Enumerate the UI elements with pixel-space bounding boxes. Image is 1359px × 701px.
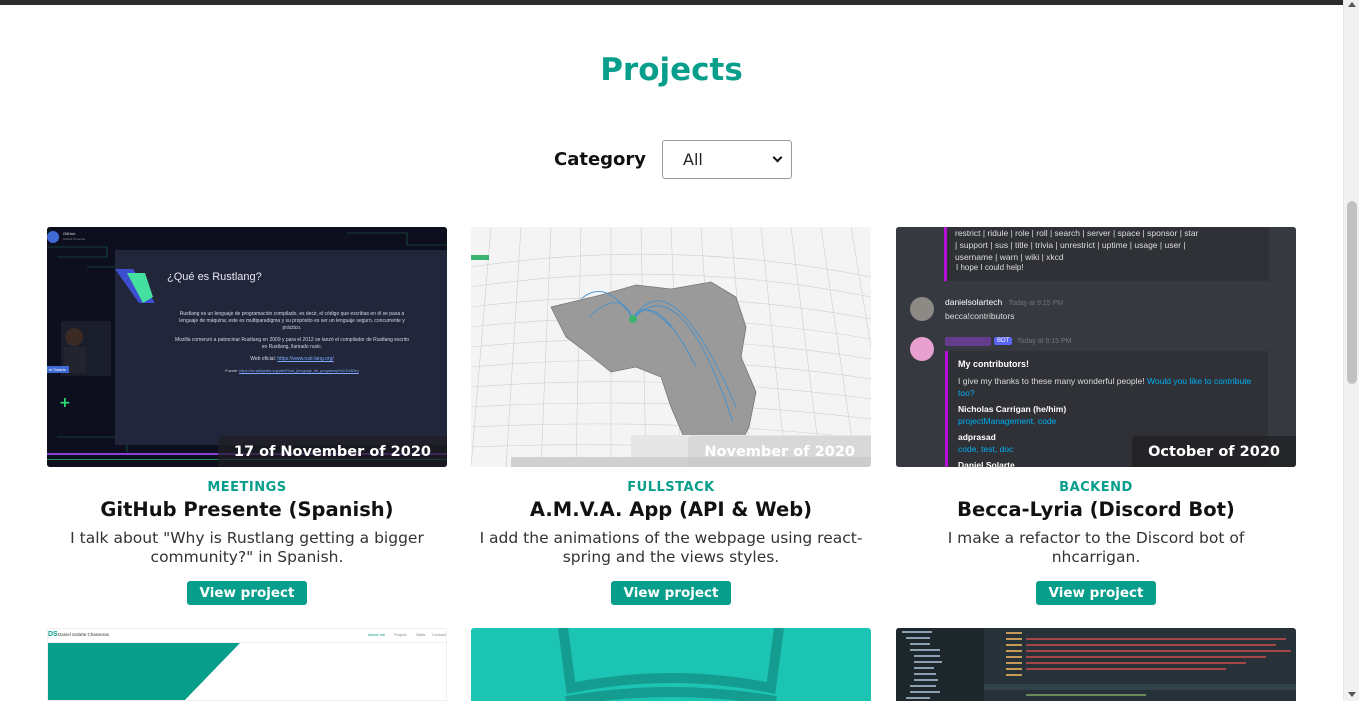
speaker-tag: el Solarte [49, 367, 67, 372]
scrollbar-thumb[interactable] [1347, 201, 1357, 384]
svg-text:+: + [59, 395, 71, 411]
view-project-button[interactable]: View project [1036, 581, 1156, 605]
scroll-up-arrow-icon[interactable] [1348, 2, 1356, 7]
bot-name-redacted [945, 337, 991, 346]
category-filter: Category All [554, 140, 793, 179]
bot-avatar [910, 337, 934, 361]
project-card-becca-lyria: restrict | ridule | role | roll | search… [896, 227, 1296, 605]
bot-time: Today at 9:15 PM [1017, 338, 1072, 345]
project-title: Becca-Lyria (Discord Bot) [957, 498, 1235, 521]
view-project-button[interactable]: View project [187, 581, 307, 605]
cat-ears-icon [558, 628, 784, 701]
page-title: Projects [600, 52, 743, 88]
project-thumbnail-icon[interactable] [471, 628, 871, 701]
avatar [910, 297, 934, 321]
slide-source-label: Fuente: [225, 369, 239, 373]
contributor-1-name: Nicholas Carrigan (he/him) [958, 404, 1067, 414]
project-description: I make a refactor to the Discord bot of … [947, 529, 1245, 566]
project-card-github-presente: GitHub GitHub Presente + el Solarte ¿Qué… [47, 227, 447, 605]
project-category: MEETINGS [207, 480, 287, 495]
chevron-down-icon [772, 152, 783, 163]
project-title: A.M.V.A. App (API & Web) [529, 498, 813, 521]
project-thumbnail-portfolio[interactable]: DS Daniel Solarte Chasseras About me Pro… [47, 628, 447, 701]
slide-para-2: Mozilla comenzó a patrocinar Rustlang en… [174, 337, 410, 350]
user1-name: danielsolartech [945, 297, 1003, 307]
presentation-screenshot: GitHub GitHub Presente + el Solarte ¿Qué… [47, 227, 447, 467]
command-list-line-1: restrict | ridule | role | roll | search… [955, 228, 1199, 238]
date-badge: October of 2020 [1132, 436, 1296, 467]
slide-source: https://es.wikipedia.org/wiki/Rust_(leng… [239, 369, 359, 373]
slide-heading: ¿Qué es Rustlang? [167, 271, 262, 283]
code-editor-screenshot [896, 628, 1296, 701]
page: Projects Category All GitHub GitHub Pres… [0, 0, 1343, 701]
embed-title: My contributors! [958, 359, 1029, 369]
user1-message: becca!contributors [945, 311, 1015, 321]
map-screenshot [471, 227, 871, 467]
category-select-value: All [683, 150, 703, 169]
command-list-line-3: username | warn | wiki | xkcd [955, 252, 1064, 262]
top-header-bar [0, 0, 1343, 5]
slide-para-1: Rustlang es un lenguaje de programación … [179, 311, 405, 331]
project-thumbnail[interactable]: restrict | ridule | role | roll | search… [896, 227, 1296, 467]
discord-screenshot: restrict | ridule | role | roll | search… [896, 227, 1296, 467]
embed-thanks: I give my thanks to these many wonderful… [958, 376, 1145, 386]
project-category: BACKEND [1059, 480, 1133, 495]
contributor-1-roles: projectManagement, code [958, 416, 1057, 426]
project-description: I talk about "Why is Rustlang getting a … [70, 529, 424, 566]
user1-time: Today at 9:15 PM [1008, 300, 1064, 307]
project-category: FULLSTACK [627, 480, 715, 495]
category-label: Category [554, 149, 647, 170]
category-select[interactable]: All [662, 140, 793, 179]
project-thumbnail[interactable]: November of 2020 [471, 227, 871, 467]
scroll-down-arrow-icon[interactable] [1348, 692, 1356, 697]
hope-text: I hope I could help! [956, 263, 1024, 272]
project-card-amva: November of 2020 FULLSTACK A.M.V.A. App … [471, 227, 871, 605]
project-title: GitHub Presente (Spanish) [100, 498, 394, 521]
view-project-button[interactable]: View project [611, 581, 731, 605]
project-thumbnail-code[interactable] [896, 628, 1296, 701]
bot-badge: BOT [994, 337, 1013, 345]
portfolio-hero-shape [48, 643, 240, 700]
slide-link: https://www.rust-lang.org/ [277, 356, 334, 362]
date-badge: 17 of November of 2020 [217, 436, 447, 467]
host-sub: GitHub Presente [63, 237, 86, 241]
project-description: I add the animations of the webpage usin… [479, 529, 863, 566]
slide-link-label: Web oficial: [250, 356, 276, 362]
command-list-line-2: | support | sus | title | trivia | unres… [955, 240, 1186, 250]
date-badge: November of 2020 [688, 436, 871, 467]
host-name: GitHub [63, 231, 76, 236]
vertical-scrollbar[interactable] [1343, 0, 1359, 701]
project-thumbnail[interactable]: GitHub GitHub Presente + el Solarte ¿Qué… [47, 227, 447, 467]
